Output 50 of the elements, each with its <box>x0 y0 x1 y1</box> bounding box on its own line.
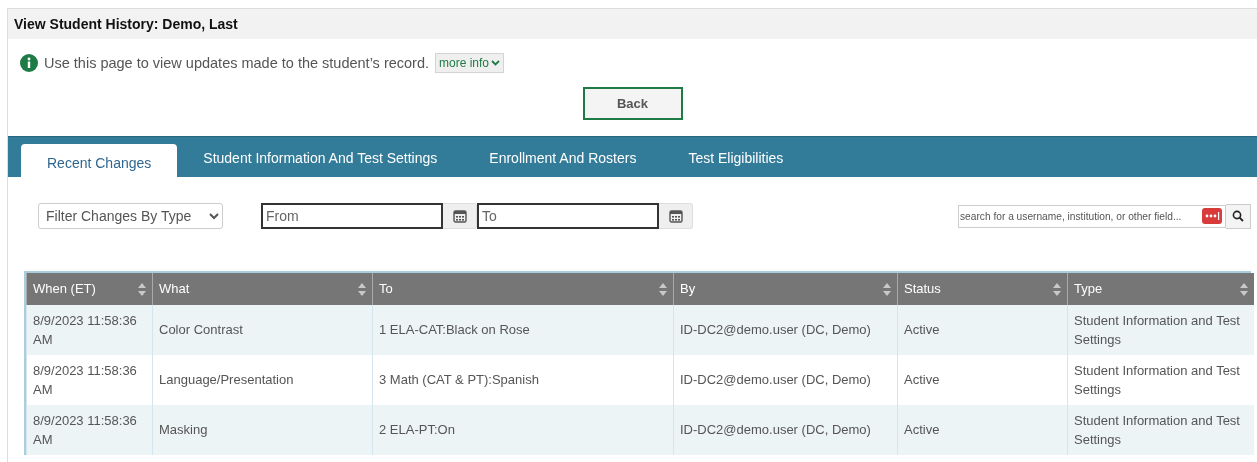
calendar-icon <box>668 209 683 223</box>
table-cell: 2 ELA-PT:On <box>379 422 455 438</box>
table-cell: Language/Presentation <box>159 372 294 388</box>
column-header[interactable]: What <box>159 279 190 299</box>
calendar-button[interactable] <box>659 203 693 229</box>
info-icon <box>20 54 38 72</box>
tab[interactable]: Test Eligibilities <box>662 144 810 177</box>
sort-icon[interactable] <box>1239 282 1248 296</box>
chevron-icon <box>491 60 501 66</box>
search-icon <box>1232 210 1244 222</box>
table-cell: Active <box>904 422 940 438</box>
table-cell: Student Information and Test Settings <box>1074 412 1240 447</box>
sort-icon[interactable] <box>358 282 366 296</box>
table-cell: Active <box>904 372 940 388</box>
to-date-field[interactable]: To <box>477 203 659 229</box>
table-cell: 8/9/2023 11:58:36 AM <box>33 412 137 447</box>
back-button[interactable]: Back <box>582 87 683 120</box>
sort-icon[interactable] <box>138 282 146 296</box>
calendar-button[interactable] <box>443 203 477 229</box>
column-header[interactable]: Type <box>1074 279 1103 299</box>
column-header[interactable]: Status <box>904 279 941 299</box>
table-cell: Active <box>904 322 940 338</box>
table-cell: 3 Math (CAT & PT):Spanish <box>379 372 539 388</box>
search-button[interactable] <box>1226 203 1251 229</box>
table-cell: ID-DC2@demo.user (DC, Demo) <box>680 322 871 338</box>
table-cell: Student Information and Test Settings <box>1074 362 1240 397</box>
more-info-button[interactable]: more info <box>435 53 505 73</box>
table-cell: 8/9/2023 11:58:36 AM <box>33 362 137 397</box>
table-cell: ID-DC2@demo.user (DC, Demo) <box>680 372 871 388</box>
tab[interactable]: Enrollment And Rosters <box>463 144 663 177</box>
tab[interactable]: Recent Changes <box>21 144 178 177</box>
page-title: View Student History: Demo, Last <box>8 9 1257 39</box>
type-filter-select[interactable]: Filter Changes By Type <box>38 203 223 229</box>
table-cell: Student Information and Test Settings <box>1074 312 1240 347</box>
sort-icon[interactable] <box>659 282 667 296</box>
column-header[interactable]: To <box>379 279 393 299</box>
sort-icon[interactable] <box>1053 282 1061 296</box>
calendar-icon <box>452 209 467 223</box>
table-cell: 8/9/2023 11:58:36 AM <box>33 312 137 347</box>
from-date-field[interactable]: From <box>261 203 443 229</box>
sort-icon[interactable] <box>883 282 891 296</box>
tab[interactable]: Student Information And Test Settings <box>177 144 464 177</box>
info-text: Use this page to view updates made to the student’s record. <box>44 55 429 71</box>
column-header[interactable]: By <box>680 279 696 299</box>
password-manager-icon[interactable] <box>1202 208 1222 224</box>
search-field[interactable]: search for a username, institution, or other field... <box>958 204 1226 228</box>
table-cell: 1 ELA-CAT:Black on Rose <box>379 322 530 338</box>
table-cell: ID-DC2@demo.user (DC, Demo) <box>680 422 871 438</box>
table-cell: Masking <box>159 422 208 438</box>
table-cell: Color Contrast <box>159 322 243 338</box>
